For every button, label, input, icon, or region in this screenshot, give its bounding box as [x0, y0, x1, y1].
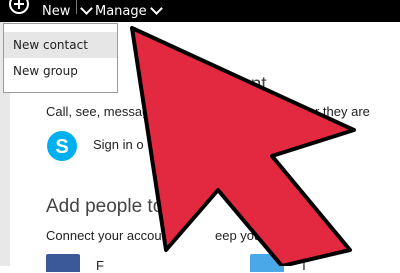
svg-text:S: S	[55, 136, 68, 158]
manage-menu-label: Manage	[95, 3, 147, 19]
separator	[76, 0, 78, 14]
connect-accounts-text-mid: eep your co	[215, 228, 283, 243]
chevron-down-icon	[149, 1, 163, 15]
new-menu-label: New	[42, 3, 71, 19]
section-description-tail: – wherever they are	[255, 104, 370, 119]
menu-item-new-group[interactable]: New group	[4, 58, 117, 84]
facebook-icon[interactable]	[46, 254, 80, 272]
skype-sign-in-link[interactable]: Sign in o	[93, 137, 144, 152]
manage-menu-button[interactable]: Manage	[95, 0, 163, 22]
connect-accounts-text-end: sync	[305, 228, 332, 243]
section-heading-add-people: Add people to y	[46, 196, 179, 217]
new-menu-button[interactable]: New	[42, 0, 94, 22]
section-description: Call, see, messag	[46, 104, 150, 119]
new-dropdown-menu: New contact New group	[3, 23, 118, 93]
section-heading-add-people-tail: ntc	[288, 196, 314, 217]
twitter-icon[interactable]	[250, 254, 284, 272]
menu-item-new-contact[interactable]: New contact	[4, 32, 117, 58]
top-toolbar: New Manage	[0, 0, 400, 22]
connect-accounts-text: Connect your accounts	[46, 228, 179, 243]
plus-circle-icon[interactable]	[9, 0, 29, 14]
skype-icon: S	[47, 131, 77, 161]
chevron-down-icon[interactable]	[80, 1, 94, 15]
